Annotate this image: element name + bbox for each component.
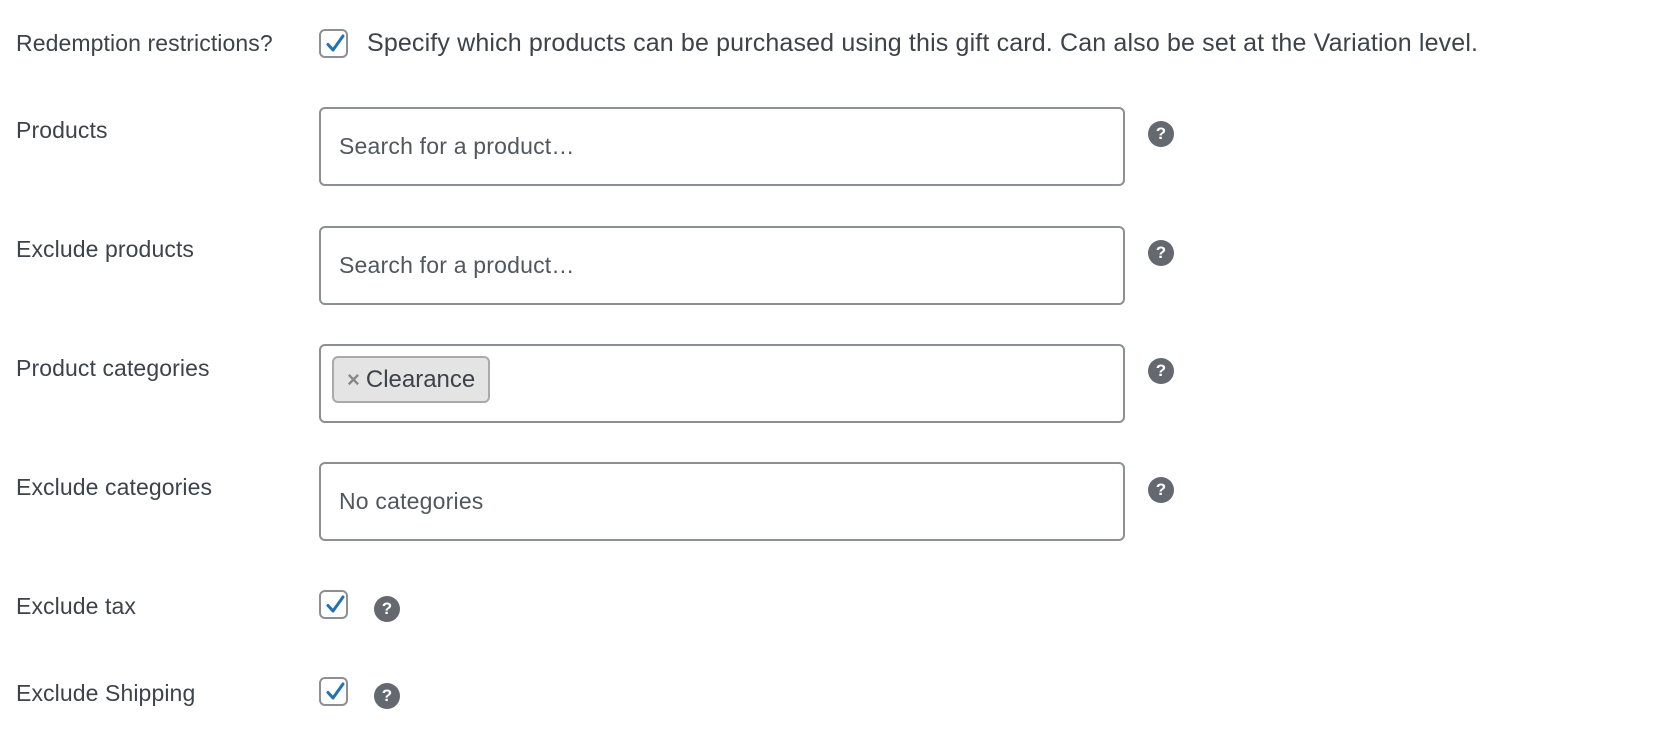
redemption-restrictions-description: Specify which products can be purchased … — [367, 29, 1479, 57]
exclude-categories-label: Exclude categories — [16, 474, 213, 500]
exclude-tax-checkbox[interactable] — [319, 590, 348, 619]
exclude-products-help-icon[interactable]: ? — [1148, 240, 1174, 266]
product-categories-label: Product categories — [16, 355, 210, 381]
product-categories-help-icon[interactable]: ? — [1148, 358, 1174, 384]
redemption-restrictions-checkbox[interactable] — [319, 29, 348, 58]
checkmark-icon — [326, 682, 345, 700]
product-categories-select-field[interactable]: × Clearance — [319, 344, 1125, 423]
exclude-products-search-field[interactable]: Search for a product… — [319, 226, 1125, 305]
products-help-icon[interactable]: ? — [1148, 121, 1174, 147]
remove-chip-icon[interactable]: × — [347, 368, 360, 391]
products-label: Products — [16, 117, 108, 143]
exclude-categories-select-field[interactable]: No categories — [319, 462, 1125, 541]
redemption-restrictions-label: Redemption restrictions? — [16, 30, 273, 56]
products-search-placeholder: Search for a product… — [339, 133, 575, 159]
exclude-products-search-placeholder: Search for a product… — [339, 252, 575, 278]
checkmark-icon — [326, 34, 345, 52]
category-chip-label: Clearance — [365, 365, 476, 393]
exclude-categories-help-icon[interactable]: ? — [1148, 477, 1174, 503]
exclude-tax-label: Exclude tax — [16, 593, 136, 619]
exclude-shipping-label: Exclude Shipping — [16, 680, 196, 706]
exclude-tax-help-icon[interactable]: ? — [374, 596, 400, 622]
checkmark-icon — [326, 595, 345, 613]
exclude-shipping-checkbox[interactable] — [319, 677, 348, 706]
products-search-field[interactable]: Search for a product… — [319, 107, 1125, 186]
category-chip: × Clearance — [332, 356, 491, 403]
exclude-shipping-help-icon[interactable]: ? — [374, 683, 400, 709]
exclude-products-label: Exclude products — [16, 236, 195, 262]
exclude-categories-placeholder: No categories — [339, 488, 484, 514]
